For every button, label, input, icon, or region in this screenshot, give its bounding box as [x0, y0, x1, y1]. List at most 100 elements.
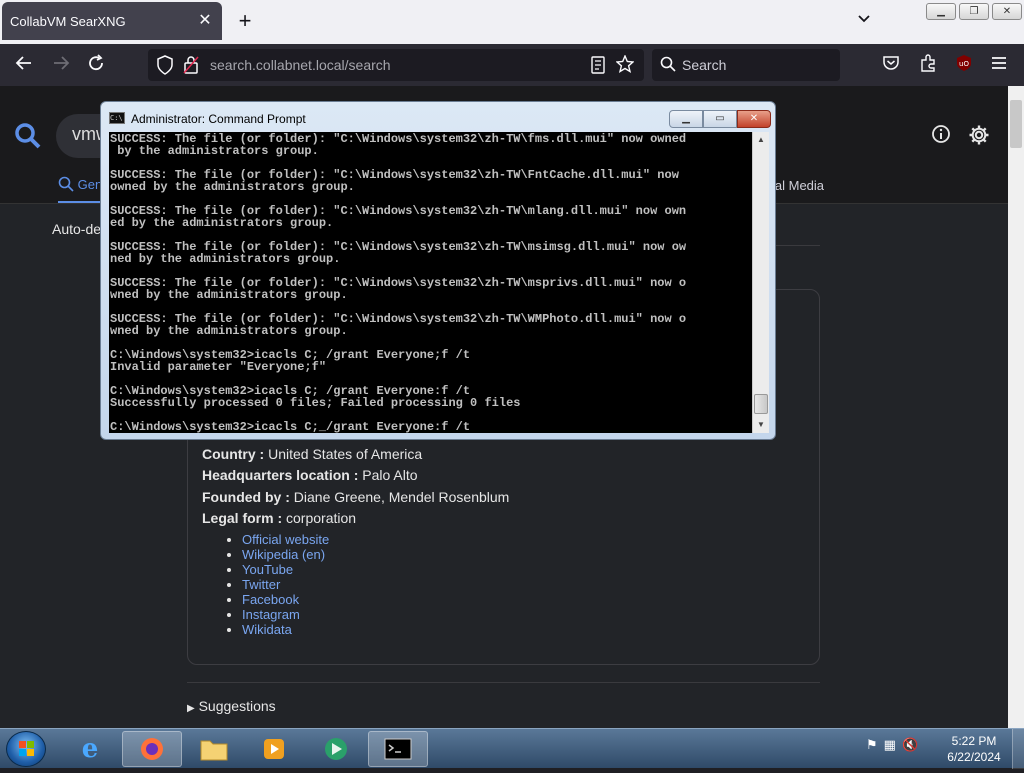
search-bar[interactable]: Search — [652, 49, 840, 81]
infobox-label: Country : — [202, 446, 265, 462]
folder-icon — [200, 740, 228, 761]
cmd-window-controls: ▁ ▭ ✕ — [669, 110, 771, 128]
infobox-label: Legal form : — [202, 510, 283, 526]
infobox-row-legal-form: Legal form : corporation — [202, 510, 356, 526]
list-item: Twitter — [242, 577, 329, 592]
infobox-row-headquarters: Headquarters location : Palo Alto — [202, 467, 418, 483]
taskbar-internet-explorer[interactable]: e — [60, 731, 120, 767]
taskbar: e ⚑ ▦ 🔇 5:22 PM 6/22/2024 — [0, 728, 1024, 769]
close-window-button[interactable]: ✕ — [992, 3, 1022, 20]
system-tray: ⚑ ▦ 🔇 — [866, 737, 918, 753]
cmd-minimize-button[interactable]: ▁ — [669, 110, 703, 128]
show-desktop-button[interactable] — [1012, 729, 1024, 769]
close-icon[interactable]: ✕ — [196, 12, 214, 30]
list-item: Instagram — [242, 607, 329, 622]
tab-title: CollabVM SearXNG — [10, 13, 126, 29]
reload-icon[interactable] — [85, 54, 107, 76]
cmd-scrollbar-thumb[interactable] — [754, 394, 768, 414]
list-item: Facebook — [242, 592, 329, 607]
new-tab-button[interactable]: + — [234, 10, 256, 32]
cmd-close-button[interactable]: ✕ — [737, 110, 771, 128]
infobox-label: Founded by : — [202, 489, 290, 505]
scroll-up-icon[interactable]: ▲ — [757, 135, 765, 144]
infobox-value: Palo Alto — [362, 467, 418, 483]
back-arrow-icon[interactable] — [13, 54, 35, 76]
page-scrollbar-thumb[interactable] — [1010, 100, 1022, 148]
link-official-website[interactable]: Official website — [242, 532, 329, 547]
category-general-label: Gen — [77, 177, 103, 192]
minimize-button[interactable]: ▁ — [926, 3, 956, 20]
menu-hamburger-icon[interactable] — [988, 54, 1010, 76]
list-item: YouTube — [242, 562, 329, 577]
list-item: Wikidata — [242, 622, 329, 637]
taskbar-media-player[interactable] — [244, 731, 304, 767]
taskbar-file-explorer[interactable] — [184, 731, 244, 767]
clock[interactable]: 5:22 PM 6/22/2024 — [944, 733, 1004, 765]
searxng-logo-icon[interactable] — [14, 122, 44, 152]
url-text[interactable]: search.collabnet.local/search — [210, 57, 391, 73]
media-player-icon — [264, 739, 284, 759]
category-general-tab[interactable]: Gen — [58, 176, 102, 192]
shield-icon[interactable] — [156, 55, 174, 80]
forward-arrow-icon[interactable] — [50, 54, 72, 76]
link-twitter[interactable]: Twitter — [242, 577, 280, 592]
taskbar-media-center[interactable] — [306, 731, 366, 767]
tab-bar: CollabVM SearXNG ✕ + ▁ ❐ ✕ — [0, 0, 1024, 44]
divider — [187, 682, 820, 683]
link-facebook[interactable]: Facebook — [242, 592, 299, 607]
cmd-output: SUCCESS: The file (or folder): "C:\Windo… — [110, 132, 687, 433]
cmd-title: Administrator: Command Prompt — [131, 112, 306, 126]
reader-view-icon[interactable] — [590, 56, 606, 79]
internet-explorer-icon: e — [81, 734, 99, 764]
window-controls: ▁ ❐ ✕ — [926, 3, 1022, 20]
list-item: Wikipedia (en) — [242, 547, 329, 562]
search-placeholder: Search — [682, 57, 727, 73]
media-center-icon — [325, 738, 347, 760]
volume-muted-icon[interactable]: 🔇 — [902, 737, 918, 753]
triangle-right-icon: ▶ — [187, 703, 195, 714]
infobox-links: Official website Wikipedia (en) YouTube … — [242, 532, 329, 637]
extensions-icon[interactable] — [917, 54, 939, 76]
search-icon — [58, 176, 74, 192]
link-wikipedia[interactable]: Wikipedia (en) — [242, 547, 325, 562]
start-button[interactable] — [6, 731, 46, 767]
cmd-scrollbar[interactable]: ▲ ▼ — [752, 132, 769, 433]
cmd-titlebar[interactable]: C:\ Administrator: Command Prompt ▁ ▭ ✕ — [101, 102, 775, 132]
chevron-down-icon[interactable] — [854, 12, 874, 32]
suggestions-toggle[interactable]: ▶ Suggestions — [187, 698, 276, 714]
windows-logo-icon — [19, 741, 34, 756]
infobox-value: Diane Greene, Mendel Rosenblum — [293, 489, 510, 505]
link-youtube[interactable]: YouTube — [242, 562, 293, 577]
category-social-media-tab[interactable]: ial Media — [772, 178, 824, 193]
link-instagram[interactable]: Instagram — [242, 607, 300, 622]
clock-time: 5:22 PM — [951, 734, 997, 748]
taskbar-firefox[interactable] — [122, 731, 182, 767]
search-icon — [660, 56, 676, 77]
infobox-label: Headquarters location : — [202, 467, 359, 483]
action-center-flag-icon[interactable]: ⚑ — [866, 737, 878, 753]
ublock-origin-icon[interactable]: uO — [953, 54, 975, 76]
cmd-maximize-button[interactable]: ▭ — [703, 110, 737, 128]
suggestions-label: Suggestions — [198, 698, 276, 714]
pocket-icon[interactable] — [880, 54, 902, 76]
network-icon[interactable]: ▦ — [884, 737, 896, 753]
firefox-icon — [141, 738, 163, 760]
bookmark-star-icon[interactable] — [615, 54, 635, 78]
url-bar[interactable]: search.collabnet.local/search — [148, 49, 644, 81]
scroll-down-icon[interactable]: ▼ — [757, 420, 765, 429]
infobox-row-country: Country : United States of America — [202, 446, 422, 462]
list-item: Official website — [242, 532, 329, 547]
page-scrollbar[interactable] — [1008, 86, 1024, 728]
taskbar-command-prompt[interactable] — [368, 731, 428, 767]
tab-collabvm-searxng[interactable]: CollabVM SearXNG ✕ — [2, 2, 222, 40]
insecure-lock-icon[interactable] — [182, 55, 200, 80]
command-prompt-window[interactable]: C:\ Administrator: Command Prompt ▁ ▭ ✕ … — [100, 101, 776, 440]
cmd-console[interactable]: SUCCESS: The file (or folder): "C:\Windo… — [109, 132, 752, 433]
restore-button[interactable]: ❐ — [959, 3, 989, 20]
language-autodetect[interactable]: Auto-det — [52, 221, 105, 237]
svg-text:uO: uO — [959, 60, 969, 68]
link-wikidata[interactable]: Wikidata — [242, 622, 292, 637]
gear-icon[interactable] — [967, 124, 991, 148]
url-host: search.collabnet.local — [210, 57, 345, 73]
info-icon[interactable] — [929, 124, 953, 148]
